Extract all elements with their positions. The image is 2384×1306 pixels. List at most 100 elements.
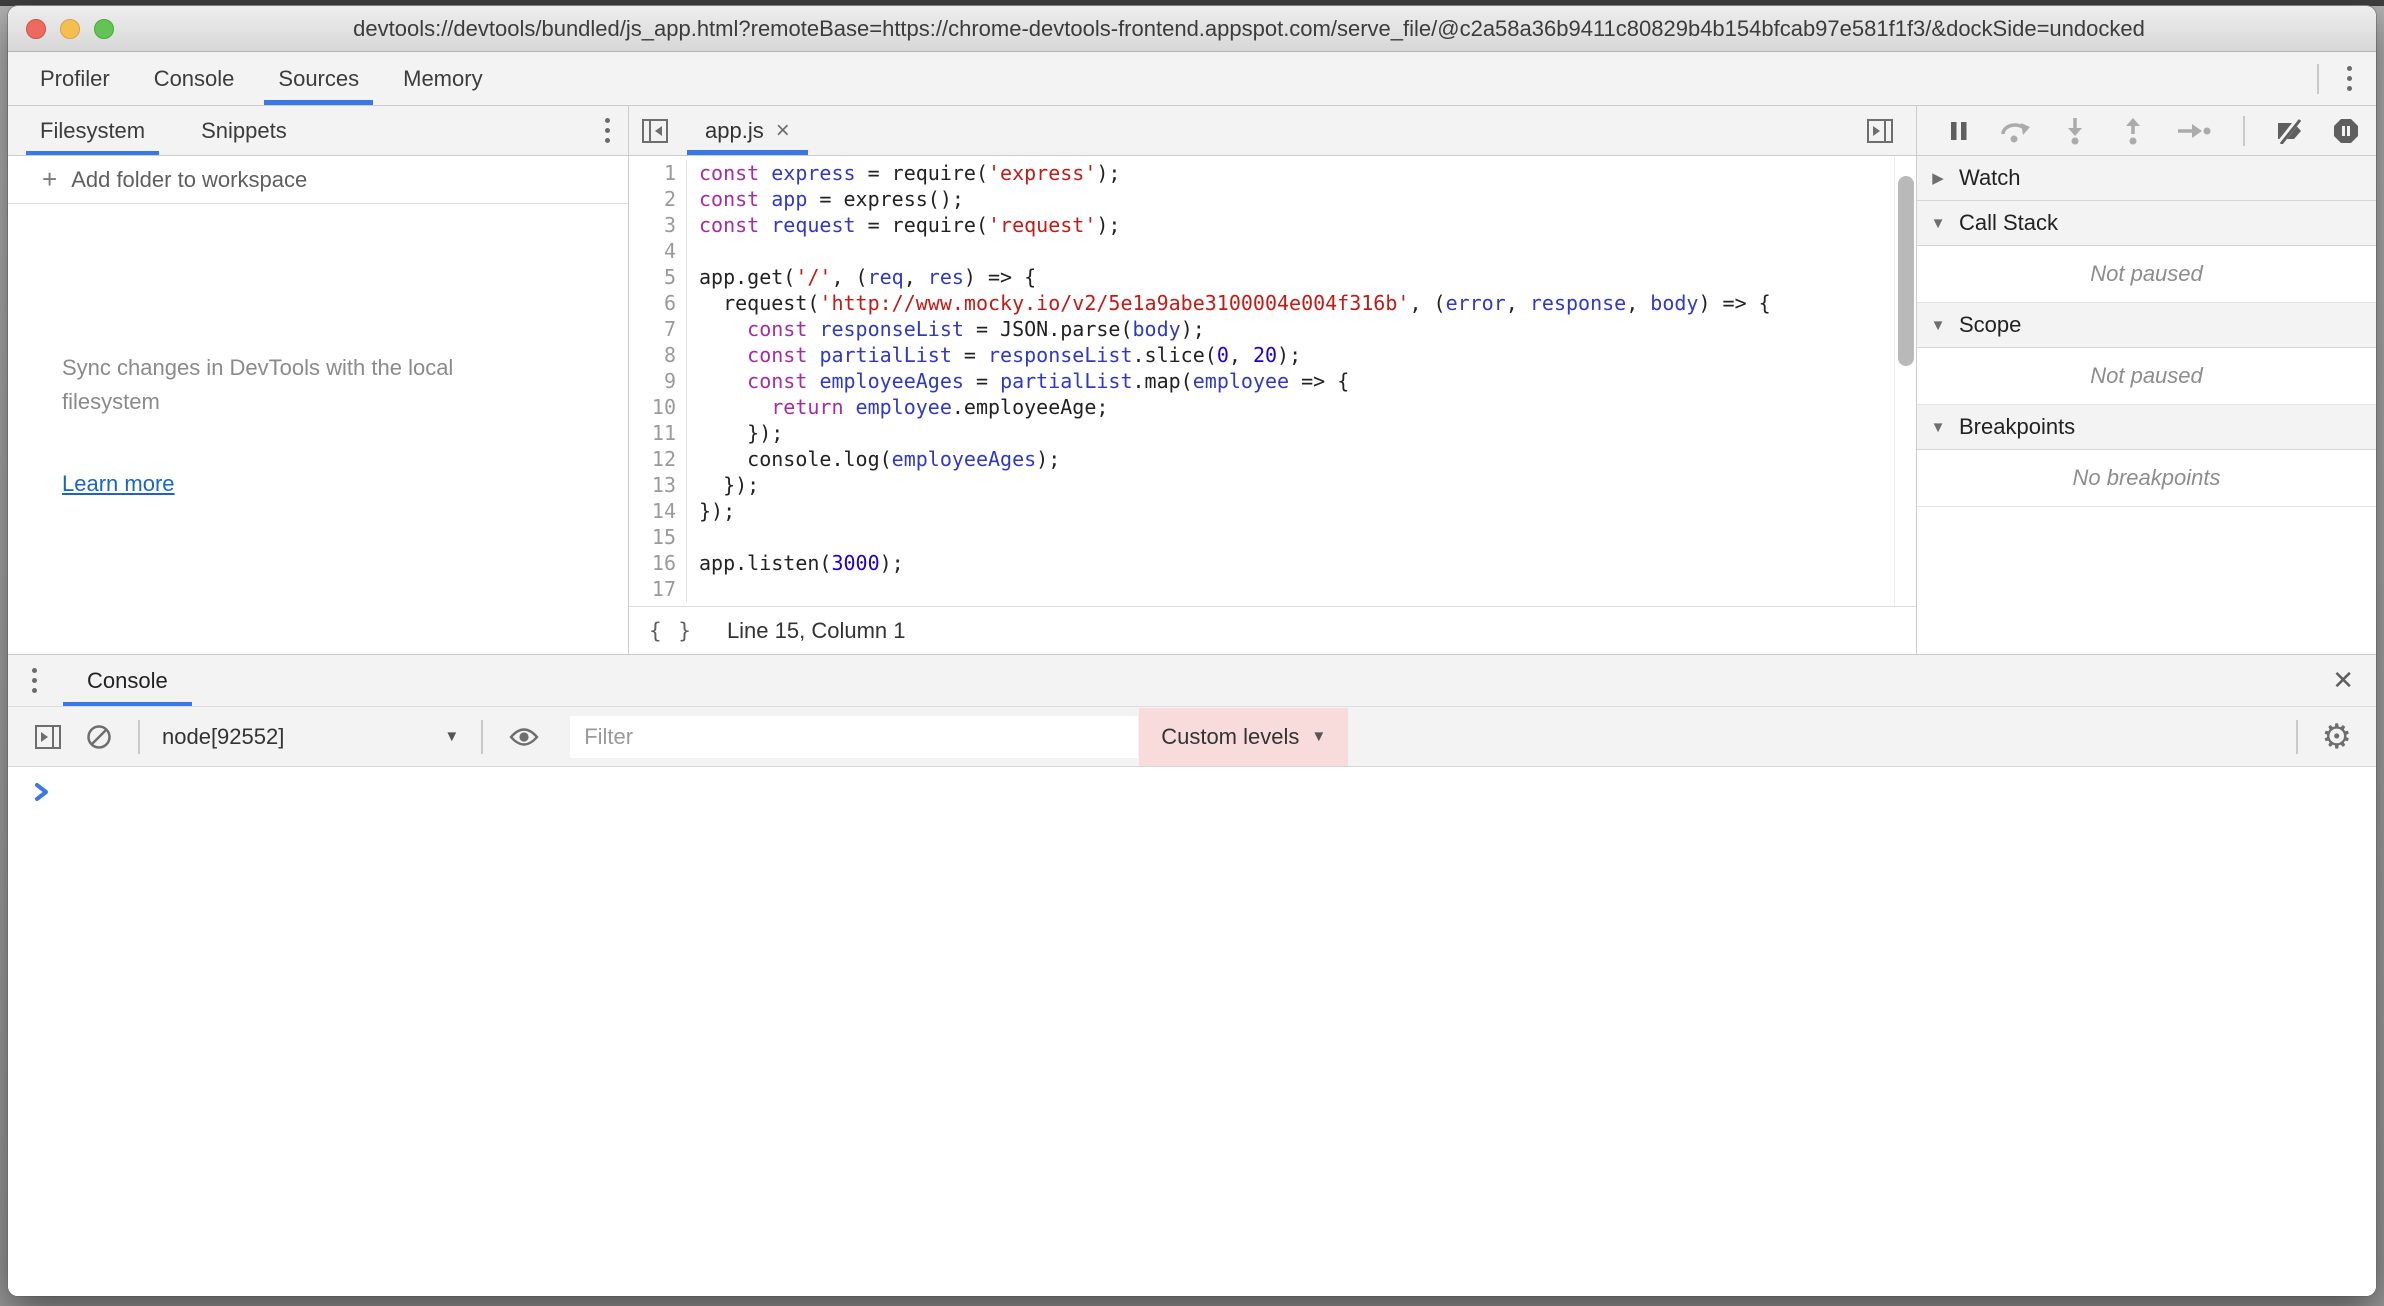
editor-tab-bar: app.js ×	[629, 106, 1916, 156]
toggle-debugger-sidebar-icon[interactable]	[1854, 117, 1906, 145]
editor-status-bar: { } Line 15, Column 1	[629, 606, 1916, 654]
step-into-button[interactable]	[2061, 117, 2089, 145]
scope-section-header[interactable]: ▼ Scope	[1917, 303, 2376, 348]
tab-snippets[interactable]: Snippets	[187, 106, 301, 155]
code-line-text[interactable]	[687, 576, 699, 602]
eye-icon[interactable]	[497, 725, 551, 749]
line-number[interactable]: 6	[629, 290, 687, 316]
step-button[interactable]	[2177, 122, 2211, 140]
custom-levels-label: Custom levels	[1161, 724, 1299, 750]
code-line-text[interactable]: });	[687, 498, 735, 524]
line-number[interactable]: 9	[629, 368, 687, 394]
file-tab-appjs[interactable]: app.js ×	[687, 106, 808, 155]
console-prompt[interactable]	[8, 781, 2376, 821]
prompt-chevron-icon	[34, 781, 50, 803]
line-number[interactable]: 11	[629, 420, 687, 446]
chevron-right-icon: ▶	[1929, 169, 1947, 187]
call-stack-section-header[interactable]: ▼ Call Stack	[1917, 201, 2376, 246]
step-over-button[interactable]	[1999, 118, 2031, 144]
tab-console[interactable]: Console	[132, 52, 257, 105]
code-line: 2const app = express();	[629, 186, 1894, 212]
main-tab-bar: Profiler Console Sources Memory	[8, 52, 2376, 106]
code-line-text[interactable]: console.log(employeeAges);	[687, 446, 1060, 472]
filter-input[interactable]	[569, 715, 1139, 759]
code-line: 12 console.log(employeeAges);	[629, 446, 1894, 472]
code-line-text[interactable]: const request = require('request');	[687, 212, 1120, 238]
code-line-text[interactable]: return employee.employeeAge;	[687, 394, 1108, 420]
divider	[138, 720, 140, 754]
deactivate-breakpoints-button[interactable]	[2277, 118, 2303, 144]
line-number[interactable]: 14	[629, 498, 687, 524]
main-menu-kebab-icon[interactable]	[2337, 60, 2362, 97]
watch-section-header[interactable]: ▶ Watch	[1917, 156, 2376, 201]
debugger-sidebar: ▶ Watch ▼ Call Stack Not paused ▼ Scope …	[1917, 106, 2376, 654]
line-number[interactable]: 4	[629, 238, 687, 264]
breakpoints-section-header[interactable]: ▼ Breakpoints	[1917, 405, 2376, 450]
editor-scrollbar	[1894, 156, 1916, 606]
code-line-text[interactable]: const responseList = JSON.parse(body);	[687, 316, 1205, 342]
add-folder-button[interactable]: + Add folder to workspace	[8, 156, 628, 204]
drawer-menu-kebab-icon[interactable]	[22, 662, 47, 699]
code-line: 4	[629, 238, 1894, 264]
code-line-text[interactable]: app.get('/', (req, res) => {	[687, 264, 1036, 290]
code-editor: 1const express = require('express');2con…	[629, 156, 1916, 606]
line-number[interactable]: 1	[629, 160, 687, 186]
navigator-kebab-icon[interactable]	[595, 112, 620, 149]
toggle-navigator-icon[interactable]	[629, 106, 681, 155]
close-window-button[interactable]	[26, 19, 46, 39]
code-line-text[interactable]: });	[687, 472, 759, 498]
code-line: 17	[629, 576, 1894, 602]
code-line-text[interactable]: });	[687, 420, 783, 446]
code-line-text[interactable]: const partialList = responseList.slice(0…	[687, 342, 1301, 368]
execution-context-selector[interactable]: node[92552] ▼	[154, 724, 467, 750]
code-line: 13 });	[629, 472, 1894, 498]
sources-panel: Filesystem Snippets + Add folder to work…	[8, 106, 2376, 654]
sync-message: Sync changes in DevTools with the local …	[62, 351, 482, 419]
context-label: node[92552]	[162, 724, 284, 750]
line-number[interactable]: 17	[629, 576, 687, 602]
code-line-text[interactable]: request('http://www.mocky.io/v2/5e1a9abe…	[687, 290, 1771, 316]
line-number[interactable]: 16	[629, 550, 687, 576]
console-output[interactable]	[8, 767, 2376, 1296]
line-number[interactable]: 7	[629, 316, 687, 342]
show-console-sidebar-icon[interactable]	[22, 723, 74, 751]
close-drawer-icon[interactable]: ✕	[2310, 665, 2376, 696]
line-number[interactable]: 13	[629, 472, 687, 498]
tab-filesystem[interactable]: Filesystem	[26, 106, 159, 155]
pause-on-exceptions-button[interactable]	[2333, 118, 2359, 144]
line-number[interactable]: 15	[629, 524, 687, 550]
custom-levels-button[interactable]: Custom levels ▼	[1139, 708, 1348, 766]
clear-console-icon[interactable]	[74, 724, 124, 750]
code-line-text[interactable]: const employeeAges = partialList.map(emp…	[687, 368, 1349, 394]
navigator-sidebar: Filesystem Snippets + Add folder to work…	[8, 106, 628, 654]
line-number[interactable]: 3	[629, 212, 687, 238]
line-number[interactable]: 2	[629, 186, 687, 212]
scrollbar-thumb[interactable]	[1898, 176, 1914, 366]
drawer-tab-console[interactable]: Console	[63, 655, 192, 706]
line-number[interactable]: 10	[629, 394, 687, 420]
line-number[interactable]: 12	[629, 446, 687, 472]
close-tab-icon[interactable]: ×	[776, 117, 790, 145]
gear-icon[interactable]: ⚙	[2312, 720, 2362, 754]
line-number[interactable]: 5	[629, 264, 687, 290]
tab-profiler[interactable]: Profiler	[18, 52, 132, 105]
code-line-text[interactable]: const app = express();	[687, 186, 964, 212]
step-out-button[interactable]	[2119, 117, 2147, 145]
tab-sources[interactable]: Sources	[256, 52, 381, 105]
code-line: 3const request = require('request');	[629, 212, 1894, 238]
pretty-print-button[interactable]: { }	[649, 619, 693, 643]
code-lines[interactable]: 1const express = require('express');2con…	[629, 156, 1894, 606]
learn-more-link[interactable]: Learn more	[62, 471, 574, 497]
pause-script-button[interactable]	[1949, 120, 1969, 142]
code-line-text[interactable]: app.listen(3000);	[687, 550, 904, 576]
code-line-text[interactable]: const express = require('express');	[687, 160, 1120, 186]
code-line-text[interactable]	[687, 524, 699, 550]
line-number[interactable]: 8	[629, 342, 687, 368]
code-line-text[interactable]	[687, 238, 699, 264]
code-line: 11 });	[629, 420, 1894, 446]
drawer-tab-bar: Console ✕	[8, 655, 2376, 707]
code-line: 8 const partialList = responseList.slice…	[629, 342, 1894, 368]
minimize-window-button[interactable]	[60, 19, 80, 39]
tab-memory[interactable]: Memory	[381, 52, 504, 105]
zoom-window-button[interactable]	[94, 19, 114, 39]
